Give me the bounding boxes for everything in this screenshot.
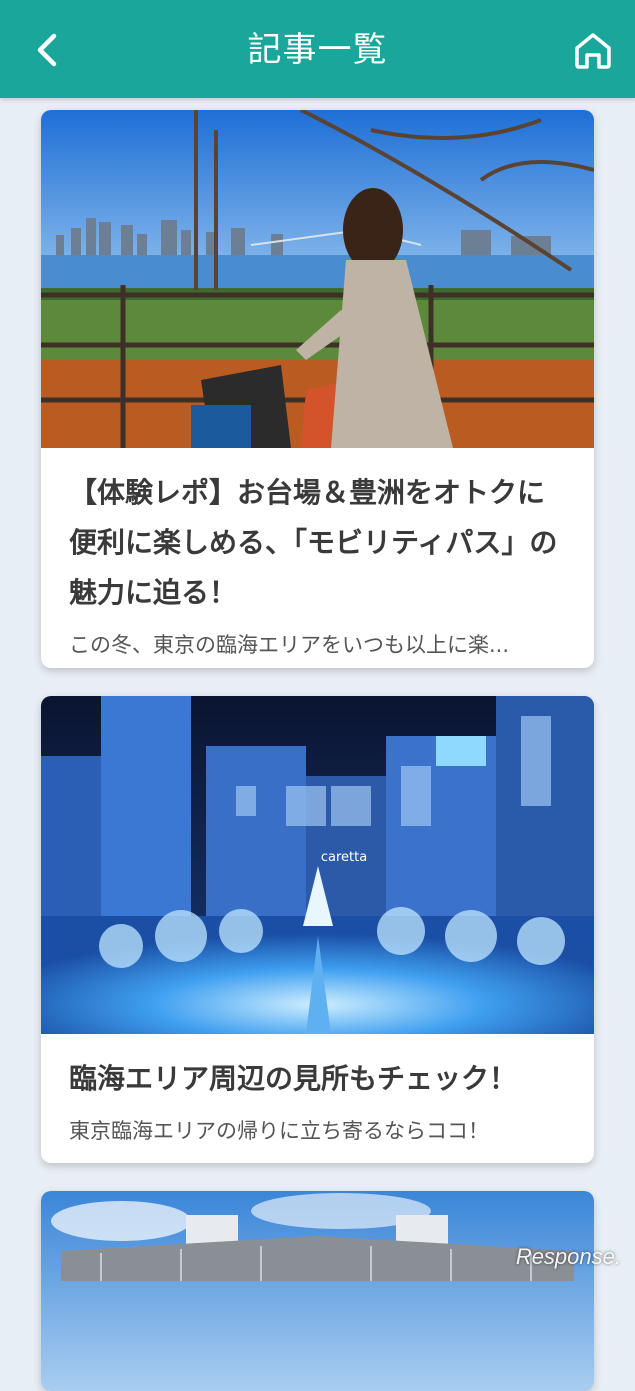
page-title: 記事一覧: [247, 30, 388, 70]
article-description: この冬、東京の臨海エリアをいつも以上に楽...: [69, 633, 510, 657]
svg-text:caretta: caretta: [321, 850, 367, 865]
home-icon: [575, 33, 611, 69]
article-card[interactable]: caretta 臨海エリア周辺の見所もチェック！ 東京臨海エリアの帰りに立ち寄る…: [41, 696, 594, 1163]
article-title: 【体験レポ】お台場＆豊洲をオトクに便利に楽しめる、「モビリティパス」の魅力に迫る…: [69, 476, 558, 609]
article-thumbnail: [41, 110, 594, 448]
app-header: 記事一覧: [0, 0, 635, 98]
article-title: 臨海エリア周辺の見所もチェック！: [69, 1062, 518, 1095]
watermark-logo: Response.: [515, 1244, 621, 1269]
home-button[interactable]: [569, 26, 617, 74]
article-description: 東京臨海エリアの帰りに立ち寄るならココ！: [69, 1119, 489, 1143]
article-thumbnail: [41, 1191, 594, 1391]
article-card[interactable]: [41, 1191, 594, 1391]
article-thumbnail: caretta: [41, 696, 594, 1034]
article-card[interactable]: 【体験レポ】お台場＆豊洲をオトクに便利に楽しめる、「モビリティパス」の魅力に迫る…: [41, 110, 594, 668]
